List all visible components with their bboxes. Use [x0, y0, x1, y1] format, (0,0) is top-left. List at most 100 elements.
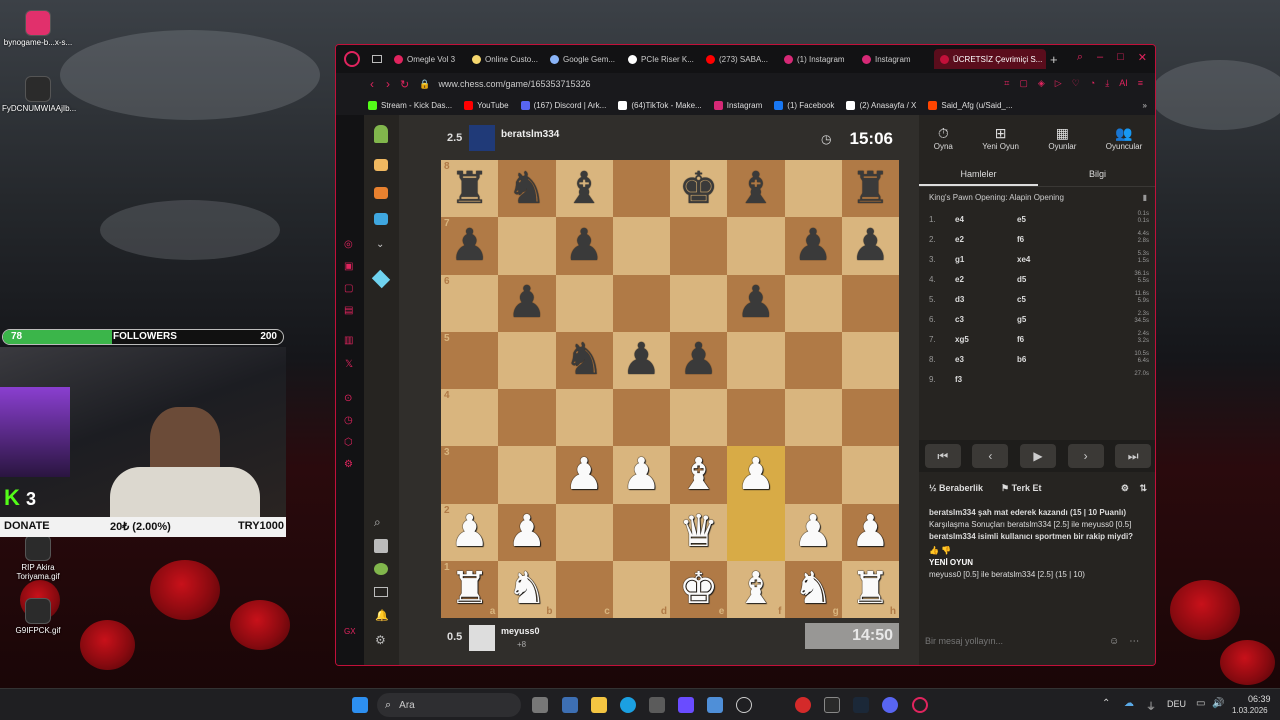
back-icon[interactable]: ‹ — [370, 77, 374, 91]
square-e6[interactable] — [670, 274, 728, 332]
square-d3[interactable]: ♟ — [612, 446, 670, 504]
square-b6[interactable]: ♟ — [498, 274, 556, 332]
square-h6[interactable] — [841, 274, 899, 332]
desktop-icon-bynogame[interactable]: bynogame-b...x-s... — [2, 10, 74, 47]
square-g6[interactable] — [784, 274, 842, 332]
square-b2[interactable]: ♟ — [498, 503, 556, 561]
square-a5[interactable]: 5 — [441, 331, 499, 389]
clock-date[interactable]: 1.03.2026 — [1232, 706, 1268, 715]
clock-time[interactable]: 06:39 — [1248, 694, 1271, 704]
learn-nav-icon[interactable] — [374, 213, 388, 225]
square-g7[interactable]: ♟ — [784, 217, 842, 275]
square-e7[interactable] — [670, 217, 728, 275]
browser-tab[interactable]: Online Custo... — [466, 49, 544, 69]
browser-tab[interactable]: Google Gem... — [544, 49, 622, 69]
profile-icon[interactable]: ◔ — [1090, 78, 1095, 89]
avatar[interactable] — [374, 539, 388, 553]
square-c7[interactable]: ♟ — [555, 217, 613, 275]
square-g2[interactable]: ♟ — [784, 503, 842, 561]
book-icon[interactable]: ▮ — [1143, 187, 1147, 209]
snapshot-icon[interactable]: ▢ — [1019, 78, 1028, 89]
square-b3[interactable] — [498, 446, 556, 504]
sidebar-twitch-icon[interactable]: ▥ — [344, 335, 353, 346]
download-icon[interactable]: ⤓ — [1105, 78, 1109, 89]
search-tabs-icon[interactable]: ⌕ — [1077, 51, 1083, 64]
tab-players[interactable]: 👥 Oyuncular — [1106, 125, 1142, 151]
white-bishop-piece[interactable]: ♝ — [679, 452, 718, 497]
bookmark-item[interactable]: (1) Facebook — [774, 100, 834, 110]
square-f2[interactable] — [727, 503, 785, 561]
black-pawn-piece[interactable]: ♟ — [622, 338, 661, 382]
file-explorer-icon[interactable] — [591, 697, 607, 713]
more-bookmarks-icon[interactable]: » — [1143, 101, 1147, 110]
resign-button[interactable]: ⚑ Terk Et — [1001, 483, 1041, 494]
square-b5[interactable] — [498, 331, 556, 389]
chess-com-logo-icon[interactable] — [374, 125, 388, 143]
black-move[interactable]: e5 — [1017, 215, 1097, 224]
white-king-piece[interactable]: ♚ — [679, 567, 718, 611]
black-move[interactable]: f6 — [1017, 335, 1097, 344]
task-view-icon[interactable] — [532, 697, 548, 713]
forward-icon[interactable]: › — [386, 77, 390, 91]
settings-icon[interactable]: ⚙ — [1121, 483, 1129, 494]
square-c2[interactable] — [555, 503, 613, 561]
square-h4[interactable] — [841, 389, 899, 447]
black-rook-piece[interactable]: ♜ — [851, 166, 890, 211]
more-options-icon[interactable]: ⋯ — [1129, 636, 1139, 647]
monitor-icon[interactable]: ▭ — [1196, 698, 1205, 709]
square-a2[interactable]: ♟ 2 — [441, 503, 499, 561]
browser-tab[interactable]: PCIe Riser K... — [622, 49, 700, 69]
notifications-icon[interactable]: 🔔 — [375, 609, 389, 622]
chevron-up-icon[interactable]: ⌃ — [1102, 698, 1110, 709]
search-icon[interactable]: ⌕ — [374, 515, 381, 530]
tab-list-icon[interactable] — [372, 55, 382, 63]
square-a4[interactable]: 4 — [441, 389, 499, 447]
bookmark-item[interactable]: (64)TikTok - Make... — [618, 100, 702, 110]
white-move[interactable]: c3 — [955, 315, 1017, 324]
white-rook-piece[interactable]: ♜ — [450, 567, 489, 611]
usb-icon[interactable]: ⏚ — [1146, 698, 1156, 713]
white-pawn-piece[interactable]: ♟ — [564, 452, 603, 497]
tab-play[interactable]: ⏱ Oyna — [934, 125, 953, 151]
square-e4[interactable] — [670, 389, 728, 447]
square-d5[interactable]: ♟ — [612, 331, 670, 389]
sidebar-gx-logo-icon[interactable]: GX — [344, 627, 356, 636]
bookmark-item[interactable]: (2) Anasayfa / X — [846, 100, 916, 110]
settings-gear-icon[interactable]: ⚙ — [375, 633, 386, 647]
square-d7[interactable] — [612, 217, 670, 275]
square-c6[interactable] — [555, 274, 613, 332]
black-pawn-piece[interactable]: ♟ — [450, 223, 489, 268]
square-e3[interactable]: ♝ — [670, 446, 728, 504]
browser-tab[interactable]: Instagram — [856, 49, 934, 69]
square-h7[interactable]: ♟ — [841, 217, 899, 275]
maximize-icon[interactable]: □ — [1117, 51, 1124, 64]
white-move[interactable]: e2 — [955, 275, 1017, 284]
desktop-icon-fydcnumwiaa[interactable]: FyDCNUMWIAAjIb... — [2, 76, 76, 113]
emoji-icon[interactable]: ☺ — [1109, 636, 1119, 647]
desktop-icon-rip-akira[interactable]: RIP Akira Toriyama.gif — [2, 535, 74, 581]
start-windows-icon[interactable] — [352, 697, 368, 713]
square-e1[interactable]: ♚ e — [670, 560, 728, 618]
black-knight-piece[interactable]: ♞ — [564, 338, 603, 382]
player-avatar[interactable] — [469, 625, 495, 651]
white-pawn-piece[interactable]: ♟ — [851, 510, 890, 554]
sidebar-store-icon[interactable]: ▣ — [344, 261, 353, 272]
square-b4[interactable] — [498, 389, 556, 447]
white-move[interactable]: e3 — [955, 355, 1017, 364]
square-h5[interactable] — [841, 331, 899, 389]
white-move[interactable]: e2 — [955, 235, 1017, 244]
white-pawn-piece[interactable]: ♟ — [793, 510, 832, 554]
ai-icon[interactable]: AI — [1119, 78, 1128, 89]
black-pawn-piece[interactable]: ♟ — [564, 223, 603, 268]
square-b8[interactable]: ♞ — [498, 160, 556, 218]
browser-tab[interactable]: ÜCRETSİZ Çevrimiçi S... — [934, 49, 1046, 69]
opera-gx-logo-icon[interactable] — [344, 51, 360, 67]
square-h2[interactable]: ♟ — [841, 503, 899, 561]
square-b7[interactable] — [498, 217, 556, 275]
square-e5[interactable]: ♟ — [670, 331, 728, 389]
sidebar-box-icon[interactable]: ⬡ — [344, 437, 353, 448]
square-d4[interactable] — [612, 389, 670, 447]
messages-icon[interactable] — [374, 587, 388, 597]
black-pawn-piece[interactable]: ♟ — [851, 223, 890, 268]
tab-new-game[interactable]: ⊞ Yeni Oyun — [982, 125, 1019, 151]
